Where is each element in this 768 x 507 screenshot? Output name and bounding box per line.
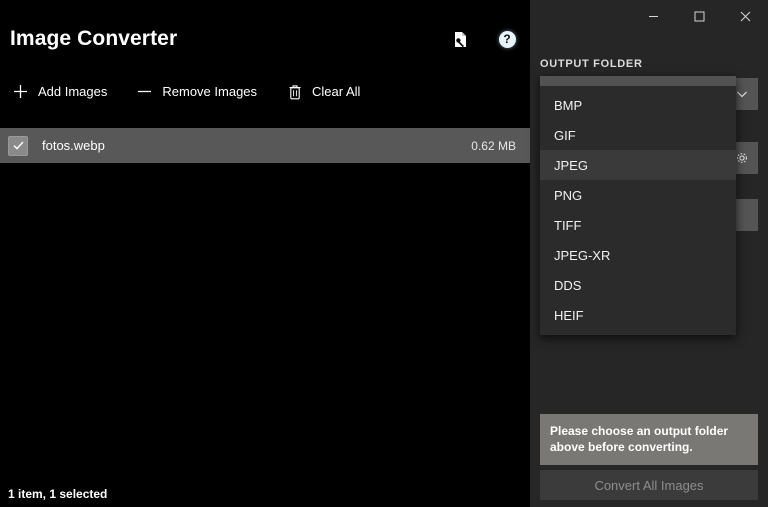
dropdown-option-png[interactable]: PNG [540, 180, 736, 210]
gear-icon [737, 153, 747, 163]
dropdown-option-jpeg[interactable]: JPEG [540, 150, 736, 180]
plus-icon [12, 83, 29, 100]
trash-icon [286, 83, 303, 100]
feedback-button[interactable] [448, 26, 474, 52]
minimize-icon [648, 15, 658, 17]
dropdown-scroll-strip [540, 76, 736, 86]
clear-all-button[interactable]: Clear All [284, 80, 362, 103]
remove-images-button[interactable]: Remove Images [134, 80, 259, 103]
dropdown-option-dds[interactable]: DDS [540, 270, 736, 300]
window-controls [630, 0, 768, 32]
file-name: fotos.webp [42, 138, 105, 153]
close-icon [740, 11, 750, 21]
image-converter-window: Image Converter ? Add Images Remove Imag… [0, 0, 768, 507]
left-panel: Image Converter ? Add Images Remove Imag… [0, 0, 530, 507]
help-icon: ? [498, 30, 516, 48]
add-images-button[interactable]: Add Images [10, 80, 109, 103]
output-folder-label: OUTPUT FOLDER [540, 58, 643, 70]
minimize-button[interactable] [630, 0, 676, 32]
page-title: Image Converter [10, 27, 178, 50]
file-checkbox[interactable] [8, 135, 28, 156]
file-list[interactable]: fotos.webp 0.62 MB [0, 128, 530, 477]
minus-icon [136, 83, 153, 100]
chevron-down-icon [737, 91, 747, 98]
dropdown-option-jpeg-xr[interactable]: JPEG-XR [540, 240, 736, 270]
right-panel: OUTPUT FOLDER BMP GIF JPEG PNG TIFF JPEG… [530, 0, 768, 507]
dropdown-option-bmp[interactable]: BMP [540, 90, 736, 120]
format-dropdown-list[interactable]: BMP GIF JPEG PNG TIFF JPEG-XR DDS HEIF [540, 76, 736, 335]
warning-message-text: Please choose an output folder above bef… [550, 424, 729, 455]
status-bar: 1 item, 1 selected [8, 487, 108, 501]
dropdown-option-tiff[interactable]: TIFF [540, 210, 736, 240]
remove-images-label: Remove Images [162, 84, 258, 99]
toolbar: Add Images Remove Images Clear All [10, 80, 362, 103]
maximize-button[interactable] [676, 0, 722, 32]
dropdown-option-gif[interactable]: GIF [540, 120, 736, 150]
convert-all-images-button[interactable]: Convert All Images [540, 470, 758, 500]
file-size: 0.62 MB [471, 138, 516, 153]
dropdown-option-heif[interactable]: HEIF [540, 300, 736, 330]
help-button[interactable]: ? [494, 26, 520, 52]
maximize-icon [694, 11, 704, 21]
header-actions: ? [448, 26, 520, 52]
table-row[interactable]: fotos.webp 0.62 MB [0, 128, 530, 163]
add-images-label: Add Images [38, 84, 108, 99]
close-button[interactable] [722, 0, 768, 32]
warning-message: Please choose an output folder above bef… [540, 414, 758, 466]
clear-all-label: Clear All [312, 84, 361, 99]
check-icon [13, 141, 24, 150]
feedback-page-icon [455, 31, 466, 47]
